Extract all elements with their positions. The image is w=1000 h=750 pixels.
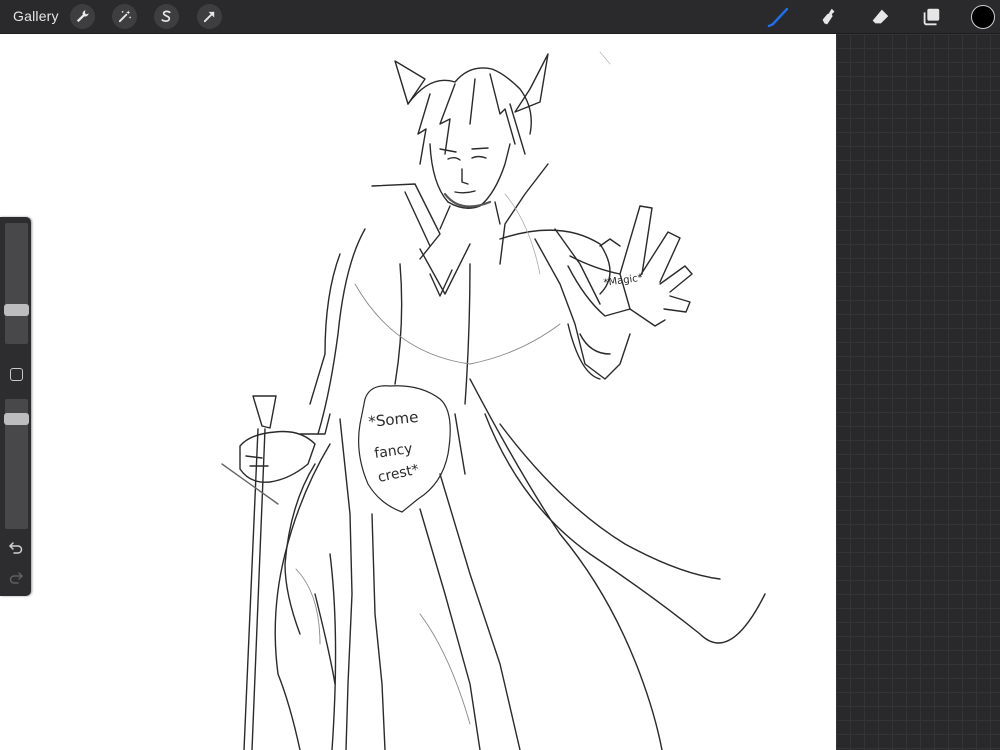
adjustments-button[interactable]	[112, 4, 137, 29]
eraser-icon	[872, 9, 889, 24]
canvas-backdrop	[836, 34, 1000, 750]
modify-button[interactable]	[10, 368, 23, 381]
opacity-slider[interactable]	[4, 399, 29, 529]
actions-button[interactable]	[70, 4, 95, 29]
magic-annotation: *Magic*	[603, 273, 644, 289]
selection-button[interactable]	[154, 4, 179, 29]
transform-button[interactable]	[197, 4, 222, 29]
layers-icon	[923, 8, 940, 26]
opacity-handle[interactable]	[4, 413, 29, 425]
redo-icon[interactable]	[8, 570, 24, 586]
brush-tool[interactable]	[765, 4, 791, 30]
crest-annotation-line3: crest*	[377, 462, 421, 486]
brush-size-handle[interactable]	[4, 304, 29, 316]
color-picker-swatch[interactable]	[971, 5, 995, 29]
top-toolbar: Gallery	[0, 0, 1000, 34]
smudge-tool[interactable]	[816, 4, 842, 30]
eraser-tool[interactable]	[867, 4, 893, 30]
brush-icon	[767, 7, 789, 28]
transform-arrow-icon	[203, 11, 215, 23]
brush-size-slider[interactable]	[4, 223, 29, 344]
undo-icon[interactable]	[8, 540, 24, 556]
drawing-canvas[interactable]: *Magic* *Some fancy crest*	[0, 34, 836, 750]
side-toolbar	[0, 217, 31, 596]
crest-annotation-line2: fancy	[373, 441, 413, 462]
wrench-icon	[76, 10, 89, 23]
crest-annotation-line1: *Some	[368, 408, 420, 431]
canvas-annotations: *Magic* *Some fancy crest*	[368, 273, 644, 486]
selection-s-icon	[161, 10, 171, 22]
magic-wand-icon	[118, 10, 131, 23]
smudge-icon	[822, 8, 835, 25]
layers-tool[interactable]	[918, 4, 944, 30]
gallery-button[interactable]: Gallery	[13, 8, 59, 24]
